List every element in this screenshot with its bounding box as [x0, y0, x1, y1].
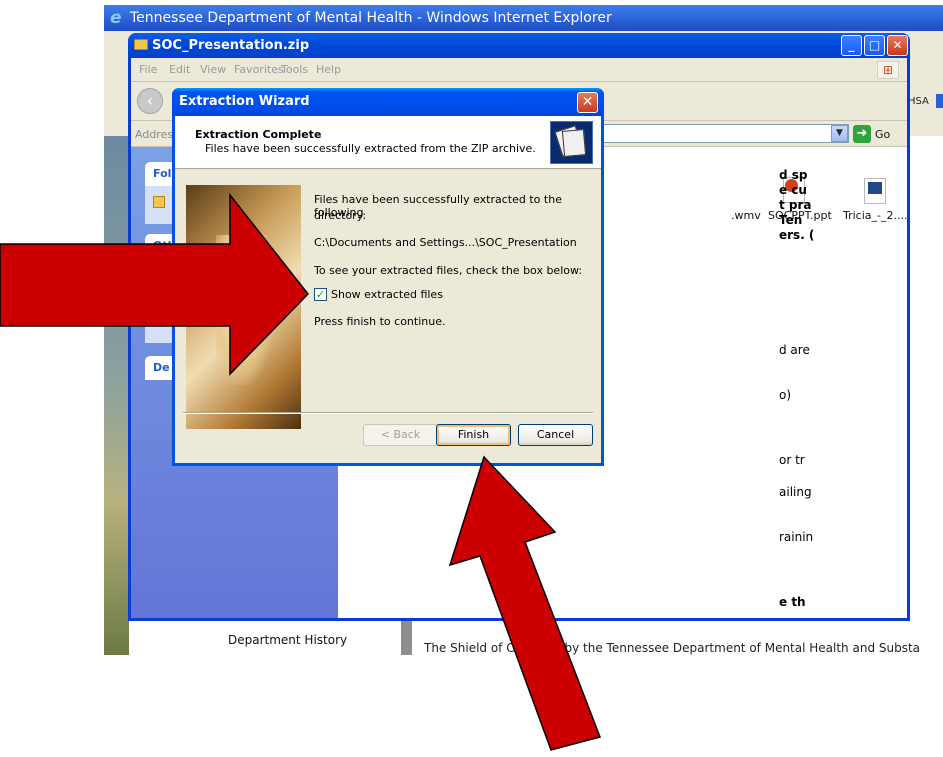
bottom-red-arrow [448, 455, 601, 751]
annotation-arrows [0, 192, 601, 751]
left-red-arrow [0, 192, 309, 376]
